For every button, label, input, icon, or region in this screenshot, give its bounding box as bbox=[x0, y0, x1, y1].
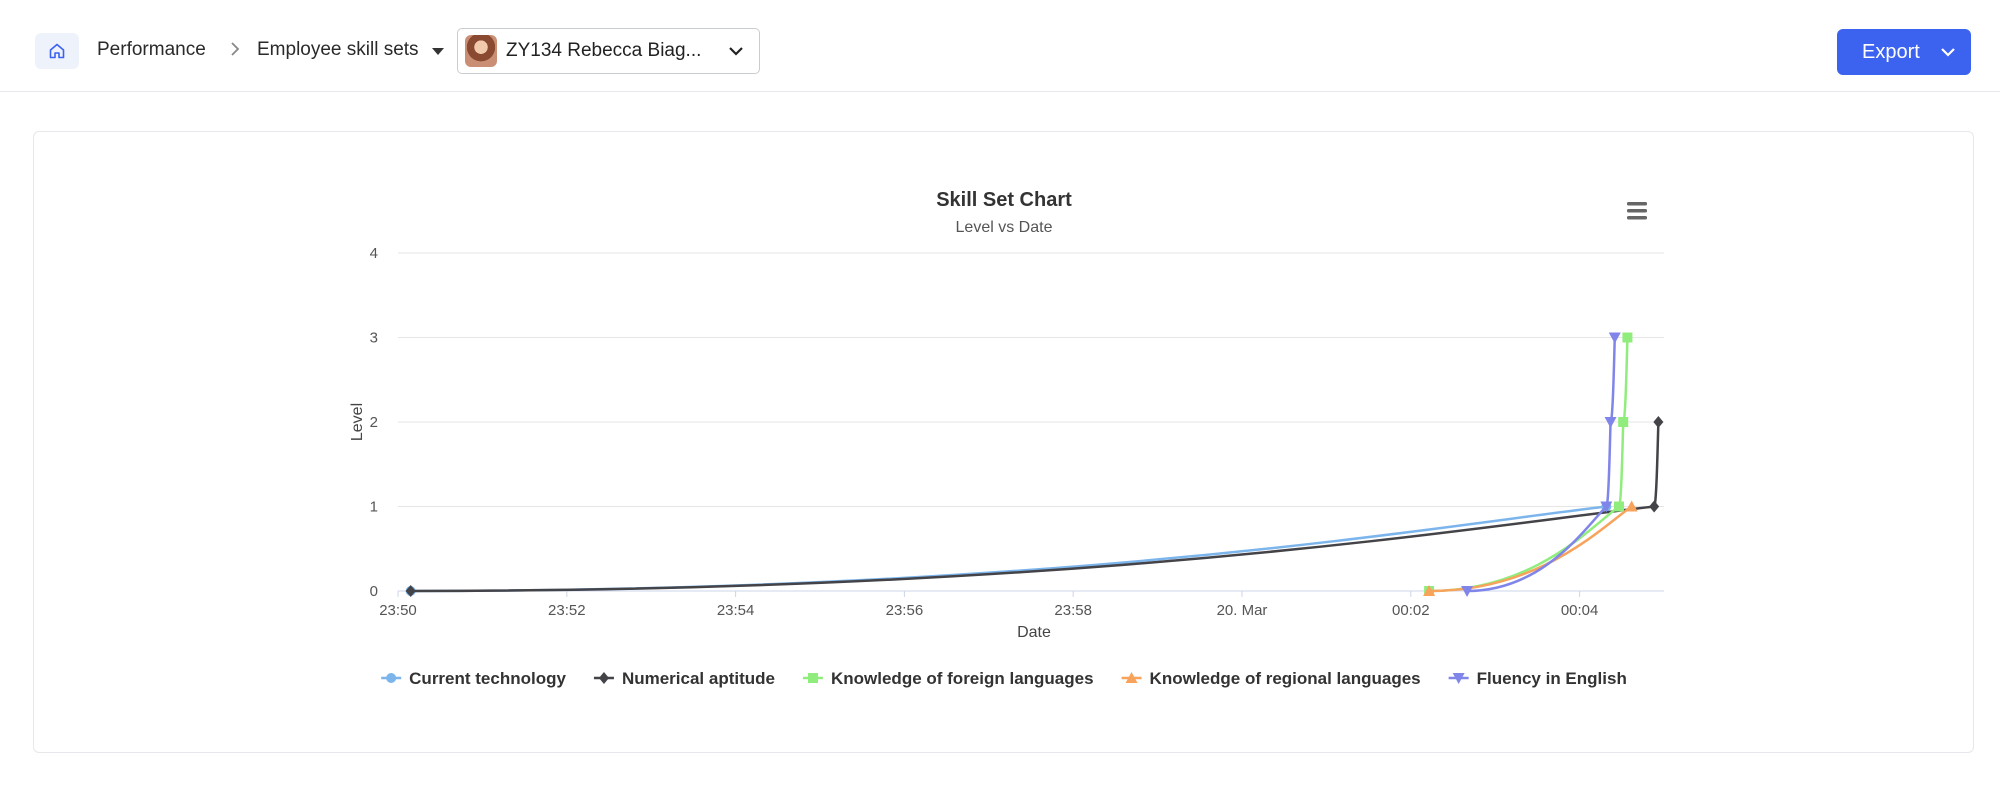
x-tick-label: 23:54 bbox=[717, 602, 755, 619]
export-button-label: Export bbox=[1862, 41, 1920, 63]
chevron-down-icon bbox=[729, 47, 743, 56]
legend-item-current-technology[interactable]: Current technology bbox=[381, 669, 566, 688]
y-tick-label: 3 bbox=[370, 330, 378, 347]
legend-item-numerical-aptitude[interactable]: Numerical aptitude bbox=[593, 669, 775, 688]
y-axis-label: Level bbox=[349, 403, 366, 441]
chart-card: Skill Set Chart Level vs Date Date Level… bbox=[33, 131, 1974, 753]
series-line-knowledge-of-regional-languages bbox=[1429, 505, 1633, 593]
legend-label: Current technology bbox=[409, 669, 566, 688]
data-point-numerical-aptitude[interactable] bbox=[1649, 500, 1660, 513]
legend-item-fluency-in-english[interactable]: Fluency in English bbox=[1448, 669, 1627, 688]
data-point-knowledge-of-foreign-languages[interactable] bbox=[1618, 417, 1629, 427]
y-tick-label: 2 bbox=[370, 414, 378, 431]
x-tick-label: 23:56 bbox=[886, 602, 924, 619]
y-tick-label: 0 bbox=[370, 583, 378, 600]
home-icon bbox=[49, 43, 65, 59]
skill-set-chart: Skill Set Chart Level vs Date Date Level… bbox=[349, 189, 1664, 688]
breadcrumb-employee-skill-sets[interactable]: Employee skill sets bbox=[257, 38, 419, 62]
export-button[interactable]: Export bbox=[1837, 29, 1971, 75]
chevron-down-icon bbox=[1941, 48, 1955, 57]
x-tick-label: 23:58 bbox=[1054, 602, 1092, 619]
data-point-numerical-aptitude[interactable] bbox=[1653, 416, 1664, 428]
home-button[interactable] bbox=[35, 33, 79, 69]
x-tick-label: 00:04 bbox=[1561, 602, 1599, 619]
legend-label: Knowledge of foreign languages bbox=[831, 669, 1094, 688]
series-line-fluency-in-english bbox=[1467, 337, 1617, 593]
employee-select-value: ZY134 Rebecca Biag... bbox=[506, 40, 702, 61]
data-point-knowledge-of-foreign-languages[interactable] bbox=[1613, 501, 1624, 512]
x-axis-label: Date bbox=[1017, 624, 1051, 641]
x-tick-label: 23:52 bbox=[548, 602, 586, 619]
avatar bbox=[465, 35, 497, 67]
legend-label: Numerical aptitude bbox=[622, 669, 775, 688]
y-tick-label: 1 bbox=[370, 499, 378, 516]
legend-item-knowledge-of-foreign-languages[interactable]: Knowledge of foreign languages bbox=[802, 669, 1094, 688]
chart-title: Skill Set Chart bbox=[936, 189, 1072, 211]
legend-label: Fluency in English bbox=[1477, 669, 1627, 688]
breadcrumb-performance[interactable]: Performance bbox=[97, 38, 206, 62]
x-tick-label: 20. Mar bbox=[1217, 602, 1268, 619]
chevron-right-icon bbox=[231, 42, 240, 56]
employee-select[interactable]: ZY134 Rebecca Biag... bbox=[457, 28, 760, 74]
series-line-current-technology bbox=[410, 505, 1607, 593]
x-tick-label: 23:50 bbox=[379, 602, 417, 619]
x-tick-label: 00:02 bbox=[1392, 602, 1430, 619]
data-point-knowledge-of-foreign-languages[interactable] bbox=[1622, 332, 1633, 343]
legend-label: Knowledge of regional languages bbox=[1150, 669, 1421, 688]
legend-item-knowledge-of-regional-languages[interactable]: Knowledge of regional languages bbox=[1121, 669, 1421, 688]
y-tick-label: 4 bbox=[370, 245, 378, 262]
caret-down-icon[interactable] bbox=[432, 48, 444, 55]
hamburger-menu-icon[interactable] bbox=[1625, 199, 1649, 225]
top-bar: Performance Employee skill sets ZY134 Re… bbox=[0, 0, 2000, 92]
series-line-knowledge-of-foreign-languages bbox=[1429, 337, 1629, 593]
chart-subtitle: Level vs Date bbox=[956, 219, 1053, 236]
data-point-numerical-aptitude[interactable] bbox=[405, 585, 416, 597]
